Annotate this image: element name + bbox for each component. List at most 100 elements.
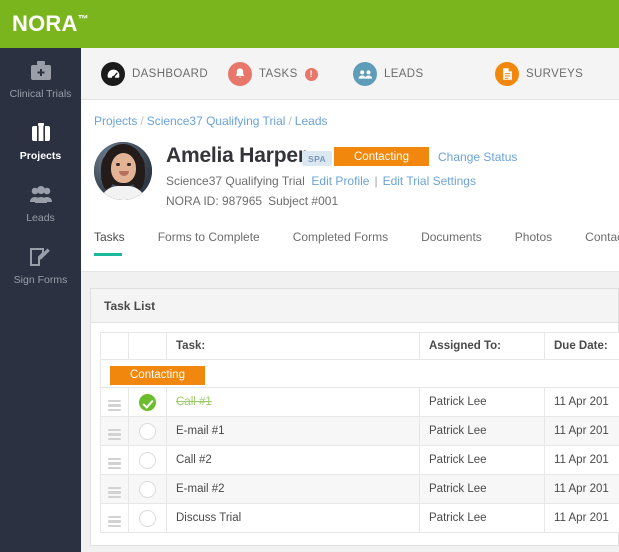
- top-navigation: DASHBOARD TASKS ! LEADS SURVEYS: [81, 48, 619, 100]
- sidebar-item-clinical-trials[interactable]: Clinical Trials: [0, 48, 81, 110]
- table-row[interactable]: Discuss Trial Patrick Lee 11 Apr 201: [100, 503, 619, 533]
- briefcase-icon: [30, 121, 52, 145]
- tab-contacts[interactable]: Contacts: [585, 230, 619, 256]
- tasks-alert-badge: !: [304, 67, 318, 81]
- change-status-link[interactable]: Change Status: [438, 150, 517, 164]
- row-due-cell: 11 Apr 201: [544, 474, 619, 504]
- row-task-cell: Call #1: [166, 387, 420, 417]
- document-icon: [495, 62, 519, 86]
- row-due-cell: 11 Apr 201: [544, 445, 619, 475]
- tab-documents[interactable]: Documents: [421, 230, 501, 256]
- row-status-cell: [128, 474, 167, 504]
- column-header-handle: [100, 332, 129, 360]
- tab-label: Forms to Complete: [157, 230, 260, 244]
- patient-name: Amelia Harper: [166, 144, 306, 167]
- table-row[interactable]: E-mail #2 Patrick Lee 11 Apr 201: [100, 474, 619, 504]
- row-task-cell: E-mail #2: [166, 474, 420, 504]
- sidebar-item-label: Clinical Trials: [9, 87, 72, 100]
- task-checkbox-checked[interactable]: [139, 393, 156, 411]
- nav-item-surveys[interactable]: SURVEYS: [495, 62, 583, 86]
- breadcrumb-separator: /: [140, 114, 144, 128]
- app-logo[interactable]: NORA™: [12, 11, 89, 37]
- column-header-status: [128, 332, 167, 360]
- drag-handle-icon[interactable]: [108, 486, 121, 498]
- row-drag-cell: [100, 503, 129, 533]
- subject-number: Subject #001: [268, 194, 339, 208]
- avatar[interactable]: [94, 142, 152, 200]
- tab-completed-forms[interactable]: Completed Forms: [293, 230, 407, 256]
- nora-id: NORA ID: 987965: [166, 194, 263, 208]
- sidebar-item-label: Projects: [19, 149, 62, 162]
- edit-profile-link[interactable]: Edit Profile: [311, 174, 369, 188]
- drag-handle-icon[interactable]: [108, 399, 121, 411]
- spa-badge: SPA: [302, 151, 333, 166]
- task-checkbox[interactable]: [139, 509, 156, 527]
- sidebar-item-leads[interactable]: Leads: [0, 172, 81, 234]
- drag-handle-icon[interactable]: [108, 515, 121, 527]
- nav-item-tasks[interactable]: TASKS !: [228, 62, 318, 86]
- breadcrumb-item-projects[interactable]: Projects: [94, 114, 137, 128]
- tab-label: Tasks: [94, 230, 125, 244]
- drag-handle-icon[interactable]: [108, 457, 121, 469]
- row-assigned-cell: Patrick Lee: [419, 474, 545, 504]
- breadcrumb-item-trial[interactable]: Science37 Qualifying Trial: [147, 114, 286, 128]
- task-checkbox[interactable]: [139, 451, 156, 469]
- table-row[interactable]: E-mail #1 Patrick Lee 11 Apr 201: [100, 416, 619, 446]
- row-drag-cell: [100, 445, 129, 475]
- column-header-task: Task:: [166, 332, 420, 360]
- tab-label: Photos: [514, 230, 553, 244]
- patient-header-card: Projects / Science37 Qualifying Trial / Lead…: [81, 100, 619, 272]
- avatar-eye-left: [116, 163, 120, 166]
- patient-id-line: NORA ID: 987965 Subject #001: [166, 194, 338, 208]
- drag-handle-icon[interactable]: [108, 428, 121, 440]
- task-table-header: Task: Assigned To: Due Date:: [100, 332, 619, 360]
- edit-trial-settings-link[interactable]: Edit Trial Settings: [383, 174, 476, 188]
- avatar-eye-right: [127, 163, 131, 166]
- task-table-body: Contacting Call #1 Patrick Lee 11 Apr 20…: [100, 359, 619, 533]
- people-icon: [29, 183, 53, 207]
- people-icon: [353, 62, 377, 86]
- tab-forms-to-complete[interactable]: Forms to Complete: [158, 230, 279, 256]
- row-task-cell: Discuss Trial: [166, 503, 420, 533]
- task-group-cell: Contacting: [100, 359, 619, 388]
- task-list-body: Task: Assigned To: Due Date: Contacting: [91, 323, 619, 545]
- row-task-cell: Call #2: [166, 445, 420, 475]
- task-name: E-mail #1: [176, 425, 225, 437]
- column-header-due-date: Due Date:: [544, 332, 619, 360]
- breadcrumb-item-leads[interactable]: Leads: [295, 114, 328, 128]
- row-status-cell: [128, 387, 167, 417]
- nav-item-label: LEADS: [384, 68, 424, 80]
- task-group-row: Contacting: [100, 359, 619, 388]
- row-status-cell: [128, 416, 167, 446]
- sidebar-item-projects[interactable]: Projects: [0, 110, 81, 172]
- nav-item-label: DASHBOARD: [132, 68, 208, 80]
- row-assigned-cell: Patrick Lee: [419, 445, 545, 475]
- task-list-panel: Task List Task: Assigned To: Due Date: C…: [90, 288, 619, 546]
- column-header-assigned-to: Assigned To:: [419, 332, 545, 360]
- table-row[interactable]: Call #1 Patrick Lee 11 Apr 201: [100, 387, 619, 417]
- avatar-face: [111, 153, 136, 183]
- status-badge[interactable]: Contacting: [334, 147, 429, 166]
- task-name: Call #2: [176, 454, 212, 466]
- dashboard-gauge-icon: [101, 62, 125, 86]
- task-name: Discuss Trial: [176, 512, 242, 524]
- tab-photos[interactable]: Photos: [515, 230, 571, 256]
- row-due-cell: 11 Apr 201: [544, 416, 619, 446]
- row-drag-cell: [100, 416, 129, 446]
- medical-bag-icon: [29, 59, 53, 83]
- trademark-symbol: ™: [77, 13, 89, 26]
- row-due-cell: 11 Apr 201: [544, 503, 619, 533]
- row-task-cell: E-mail #1: [166, 416, 420, 446]
- sidebar: Clinical Trials Projects Leads Sign Form…: [0, 48, 81, 552]
- table-row[interactable]: Call #2 Patrick Lee 11 Apr 201: [100, 445, 619, 475]
- task-checkbox[interactable]: [139, 422, 156, 440]
- tab-tasks[interactable]: Tasks: [94, 230, 144, 256]
- nav-item-leads[interactable]: LEADS: [353, 62, 423, 86]
- edit-form-icon: [29, 245, 52, 269]
- sidebar-item-sign-forms[interactable]: Sign Forms: [0, 234, 81, 296]
- task-group-badge[interactable]: Contacting: [110, 365, 205, 385]
- nav-item-dashboard[interactable]: DASHBOARD: [101, 62, 208, 86]
- task-checkbox[interactable]: [139, 480, 156, 498]
- tab-label: Contacts: [585, 230, 619, 244]
- sidebar-item-label: Sign Forms: [13, 273, 68, 286]
